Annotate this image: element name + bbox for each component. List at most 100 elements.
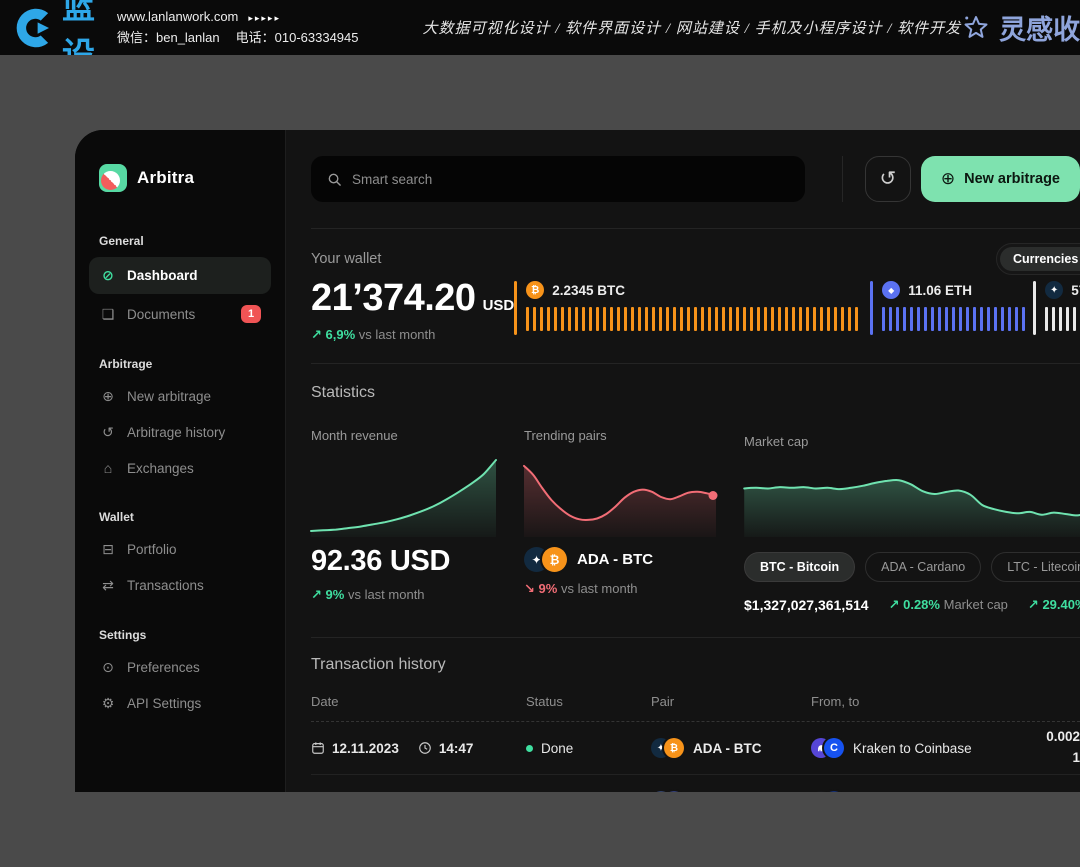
sidebar-item-arbitrage-history[interactable]: ↺ Arbitrage history: [89, 416, 271, 449]
trending-pair-label: ADA - BTC: [577, 551, 653, 568]
holding-marker: [514, 281, 517, 335]
route-icons: C: [811, 738, 844, 758]
holding-marker: [1033, 281, 1036, 335]
transaction-pair: Ł ◆ LTC - ETH: [651, 791, 811, 792]
holding-bars: [526, 307, 858, 331]
col-from-to: From, to: [811, 694, 1080, 709]
sidebar-item-api-settings[interactable]: ⚙ API Settings: [89, 687, 271, 720]
search-input[interactable]: [352, 172, 789, 187]
topbar: ↺ ⊕ New arbitrage: [311, 156, 1080, 202]
pair-icons: Ł ◆: [651, 791, 684, 792]
holding-bars: [882, 307, 1025, 331]
amount-line2: 1: [1072, 750, 1080, 765]
wallet-holding-btc: ₿ 2.2345 BTC: [514, 281, 862, 343]
transaction-history-title: Transaction history: [311, 656, 1080, 674]
month-revenue-chart: [311, 457, 496, 537]
history-icon: ↺: [99, 424, 117, 441]
history-button[interactable]: ↺: [865, 156, 911, 202]
banner-site-link[interactable]: www.lanlanwork.com: [117, 9, 238, 24]
sidebar-item-label: New arbitrage: [127, 389, 211, 404]
clock-icon: [418, 741, 432, 755]
document-icon: ❏: [99, 306, 117, 323]
transactions-header-row: Date Status Pair From, to: [311, 694, 1080, 722]
statistics-title: Statistics: [311, 384, 1080, 402]
delta-note: vs last month: [348, 587, 425, 602]
tab-ada-cardano[interactable]: ADA - Cardano: [865, 552, 981, 582]
pair-label: ADA - BTC: [693, 741, 762, 756]
nav-section-settings: Settings: [99, 628, 271, 642]
coinbase-icon: C: [824, 791, 844, 792]
wallet-delta-value: 6,9%: [326, 327, 356, 342]
sidebar-item-label: Portfolio: [127, 542, 177, 557]
sidebar-item-portfolio[interactable]: ⊟ Portfolio: [89, 533, 271, 566]
delta-value: 9%: [539, 581, 558, 596]
delta-value: 0.28%: [903, 597, 940, 612]
wallet-icon: ⊟: [99, 541, 117, 558]
month-revenue-card: Month revenue 92.36 USD ↗ 9% vs last mon…: [311, 428, 496, 613]
new-arbitrage-button[interactable]: ⊕ New arbitrage: [921, 156, 1080, 202]
sidebar-item-exchanges[interactable]: ⌂ Exchanges: [89, 452, 271, 484]
sidebar-item-label: Transactions: [127, 578, 204, 593]
tab-btc-bitcoin[interactable]: BTC - Bitcoin: [744, 552, 855, 582]
banner-contact: www.lanlanwork.com▸▸▸▸▸ 微信：ben_lanlan电话：…: [117, 7, 358, 47]
sidebar-item-documents[interactable]: ❏ Documents 1: [89, 297, 271, 331]
toggle-currencies[interactable]: Currencies: [1000, 247, 1080, 271]
sidebar-item-label: Documents: [127, 307, 195, 322]
sidebar-item-label: Dashboard: [127, 268, 198, 283]
btc-icon: ₿: [526, 281, 544, 299]
ad-banner: 蓝蓝设计 www.lanlanwork.com▸▸▸▸▸ 微信：ben_lanl…: [0, 0, 1080, 55]
wallet-delta-note: vs last month: [359, 327, 436, 342]
tab-ltc-litecoin[interactable]: LTC - Litecoin: [991, 552, 1080, 582]
coinbase-icon: C: [824, 738, 844, 758]
wallet-title: Your wallet: [311, 251, 1080, 267]
sidebar-item-transactions[interactable]: ⇄ Transactions: [89, 569, 271, 602]
wallet-row: 21’374.20 USD ↗ 6,9% vs last month: [311, 277, 1080, 343]
trending-pairs-label: Trending pairs: [524, 428, 716, 443]
eth-icon: ◆: [664, 791, 684, 792]
month-revenue-delta: ↗ 9% vs last month: [311, 587, 496, 603]
banner-collect-label: 灵感收集: [999, 8, 1080, 47]
col-status: Status: [526, 694, 651, 709]
delta-value: 29.40%: [1042, 597, 1080, 612]
arbitra-dashboard-window: Arbitra General ⊘ Dashboard ❏ Documents …: [75, 130, 1080, 792]
pair-icons: ✦ ₿: [651, 738, 684, 758]
plug-icon: ⚙: [99, 695, 117, 712]
amount-line1: 0.002: [1046, 729, 1080, 744]
sidebar-item-label: Exchanges: [127, 461, 194, 476]
pair-icons: ✦ ₿: [524, 547, 567, 572]
transaction-row[interactable]: 12.11.2023 14:47 Done ✦ ₿ A: [311, 722, 1080, 775]
sidebar-item-dashboard[interactable]: ⊘ Dashboard: [89, 257, 271, 294]
wallet-currency: USD: [483, 297, 515, 314]
up-arrow-icon: ↗: [1028, 597, 1039, 612]
main-content: ↺ ⊕ New arbitrage Your wallet Currencies…: [285, 130, 1080, 792]
route-label: Kraken to Coinbase: [853, 741, 972, 756]
up-arrow-icon: ↗: [311, 327, 322, 342]
holding-amount: 2.2345 BTC: [552, 283, 625, 298]
transaction-status: Done: [526, 741, 651, 756]
banner-collect[interactable]: 灵感收集: [961, 8, 1080, 47]
month-revenue-label: Month revenue: [311, 428, 496, 443]
col-date: Date: [311, 694, 526, 709]
trending-pairs-delta: ↘ 9% vs last month: [524, 581, 716, 597]
market-cap-value: $1,327,027,361,514: [744, 597, 869, 613]
plus-circle-icon: ⊕: [99, 388, 117, 405]
app-brand: Arbitra: [99, 164, 271, 192]
transaction-route: ◆ C Binance to Coinbase: [811, 791, 1080, 792]
dashboard-gauge-icon: ⊘: [99, 267, 117, 284]
transaction-row[interactable]: 02.11.2023 19:17 Pending Ł ◆: [311, 775, 1080, 792]
sidebar-item-preferences[interactable]: ⊙ Preferences: [89, 651, 271, 684]
search-box[interactable]: [311, 156, 805, 202]
market-cap-label: Market cap: [744, 434, 808, 449]
market-cap-tabs: BTC - Bitcoin ADA - Cardano LTC - Liteco…: [744, 552, 1080, 582]
sidebar-item-new-arbitrage[interactable]: ⊕ New arbitrage: [89, 380, 271, 413]
delta-note: Market cap: [944, 597, 1008, 612]
date-value: 12.11.2023: [332, 741, 399, 756]
lanlan-logo-icon: [14, 7, 56, 49]
holding-marker: [870, 281, 873, 335]
wallet-holding-ada: ✦ 5732.61 ADA: [1033, 281, 1080, 343]
statistics-section: Statistics Month revenue 92.36 USD ↗ 9% …: [311, 364, 1080, 637]
up-arrow-icon: ↗: [889, 597, 900, 612]
transaction-amount: 0.002 1: [1046, 727, 1080, 769]
delta-value: 9%: [326, 587, 345, 602]
transaction-pair: ✦ ₿ ADA - BTC: [651, 738, 811, 758]
